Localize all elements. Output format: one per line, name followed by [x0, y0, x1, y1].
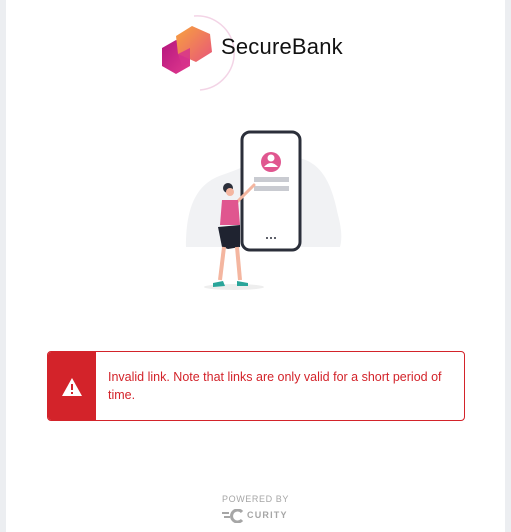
curity-name: CURITY [247, 510, 288, 520]
curity-logo-icon [222, 509, 244, 523]
alert-message: Invalid link. Note that links are only v… [108, 370, 442, 402]
error-alert: Invalid link. Note that links are only v… [47, 351, 465, 421]
brand-logo: SecureBank [156, 10, 376, 94]
phone-user-illustration [182, 125, 348, 295]
curity-logo[interactable]: CURITY [222, 507, 302, 525]
warning-icon [62, 378, 82, 396]
brand-name: SecureBank [221, 34, 343, 59]
powered-by-label: POWERED BY [221, 494, 289, 504]
login-card: SecureBank Invalid link. Note that links… [6, 0, 505, 532]
alert-icon-box [48, 352, 96, 420]
